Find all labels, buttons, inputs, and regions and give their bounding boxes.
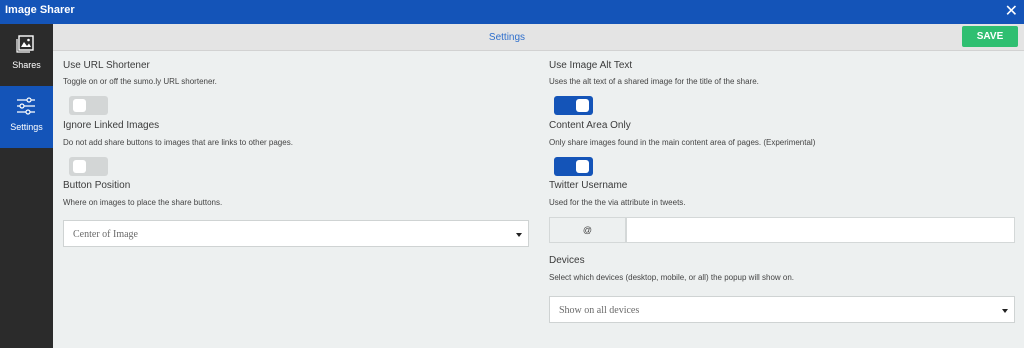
toggle-knob <box>576 160 589 173</box>
close-icon[interactable]: ✕ <box>1005 2 1018 20</box>
toggle-knob <box>576 99 589 112</box>
app-title: Image Sharer <box>5 4 75 16</box>
alt-text-toggle[interactable] <box>554 96 593 115</box>
devices-label: Devices <box>549 255 585 266</box>
devices-select[interactable]: Show on all devices <box>549 296 1015 323</box>
button-position-value: Center of Image <box>73 229 138 240</box>
title-bar: Image Sharer ✕ <box>0 0 1024 24</box>
twitter-username-label: Twitter Username <box>549 180 628 191</box>
devices-description: Select which devices (desktop, mobile, o… <box>549 273 795 282</box>
devices-value: Show on all devices <box>559 305 640 316</box>
sidebar-item-label: Shares <box>12 60 41 70</box>
at-prefix: @ <box>549 217 626 243</box>
button-position-select[interactable]: Center of Image <box>63 220 529 247</box>
image-icon <box>16 34 36 54</box>
url-shortener-description: Toggle on or off the sumo.ly URL shorten… <box>63 77 217 86</box>
chevron-down-icon <box>1002 309 1008 313</box>
save-button[interactable]: SAVE <box>962 26 1018 47</box>
twitter-username-input[interactable] <box>626 217 1015 243</box>
button-position-description: Where on images to place the share butto… <box>63 198 223 207</box>
page-title: Settings <box>488 32 526 43</box>
content-area-label: Content Area Only <box>549 120 631 131</box>
settings-panel: Use URL Shortener Toggle on or off the s… <box>53 51 1024 348</box>
content-area-toggle[interactable] <box>554 157 593 176</box>
content-area-description: Only share images found in the main cont… <box>549 138 816 147</box>
button-position-label: Button Position <box>63 180 131 191</box>
alt-text-description: Uses the alt text of a shared image for … <box>549 77 759 86</box>
ignore-linked-label: Ignore Linked Images <box>63 120 160 131</box>
settings-header: Settings SAVE <box>53 24 1024 51</box>
toggle-knob <box>73 99 86 112</box>
ignore-linked-description: Do not add share buttons to images that … <box>63 138 293 147</box>
twitter-username-description: Used for the the via attribute in tweets… <box>549 198 686 207</box>
sidebar-item-settings[interactable]: Settings <box>0 86 53 148</box>
sidebar-item-shares[interactable]: Shares <box>0 24 53 86</box>
toggle-knob <box>73 160 86 173</box>
alt-text-label: Use Image Alt Text <box>549 60 633 71</box>
chevron-down-icon <box>516 233 522 237</box>
ignore-linked-toggle[interactable] <box>69 157 108 176</box>
url-shortener-label: Use URL Shortener <box>63 60 150 71</box>
url-shortener-toggle[interactable] <box>69 96 108 115</box>
sidebar-item-label: Settings <box>10 122 43 132</box>
sidebar: Shares Settings <box>0 24 53 348</box>
sliders-icon <box>16 96 36 116</box>
